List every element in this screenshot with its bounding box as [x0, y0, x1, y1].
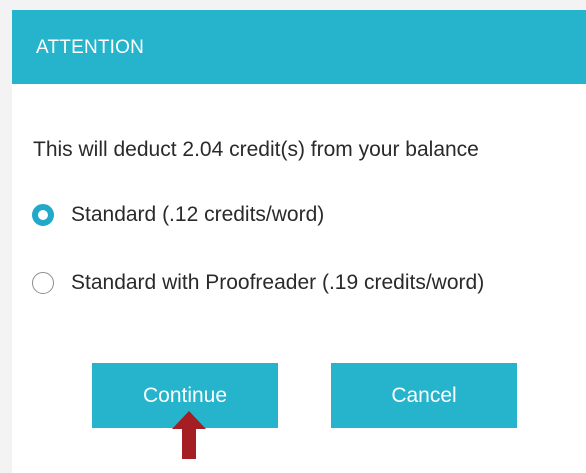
standard-option-label: Standard (.12 credits/word) — [71, 203, 325, 226]
standard-proofreader-option-label: Standard with Proofreader (.19 credits/w… — [71, 271, 485, 294]
standard-proofreader-option[interactable]: Standard with Proofreader (.19 credits/w… — [32, 271, 484, 295]
cancel-button[interactable]: Cancel — [331, 363, 517, 428]
screen-background: ATTENTION This will deduct 2.04 credit(s… — [0, 0, 586, 473]
standard-option[interactable]: Standard (.12 credits/word) — [32, 203, 324, 227]
standard-radio-button[interactable] — [32, 204, 54, 226]
standard-proofreader-radio-button[interactable] — [32, 272, 54, 294]
up-arrow-icon — [172, 411, 206, 459]
dialog-header: ATTENTION — [12, 10, 586, 84]
dialog-title: ATTENTION — [36, 37, 145, 58]
attention-dialog: ATTENTION This will deduct 2.04 credit(s… — [12, 10, 586, 473]
deduction-message: This will deduct 2.04 credit(s) from you… — [33, 138, 479, 161]
